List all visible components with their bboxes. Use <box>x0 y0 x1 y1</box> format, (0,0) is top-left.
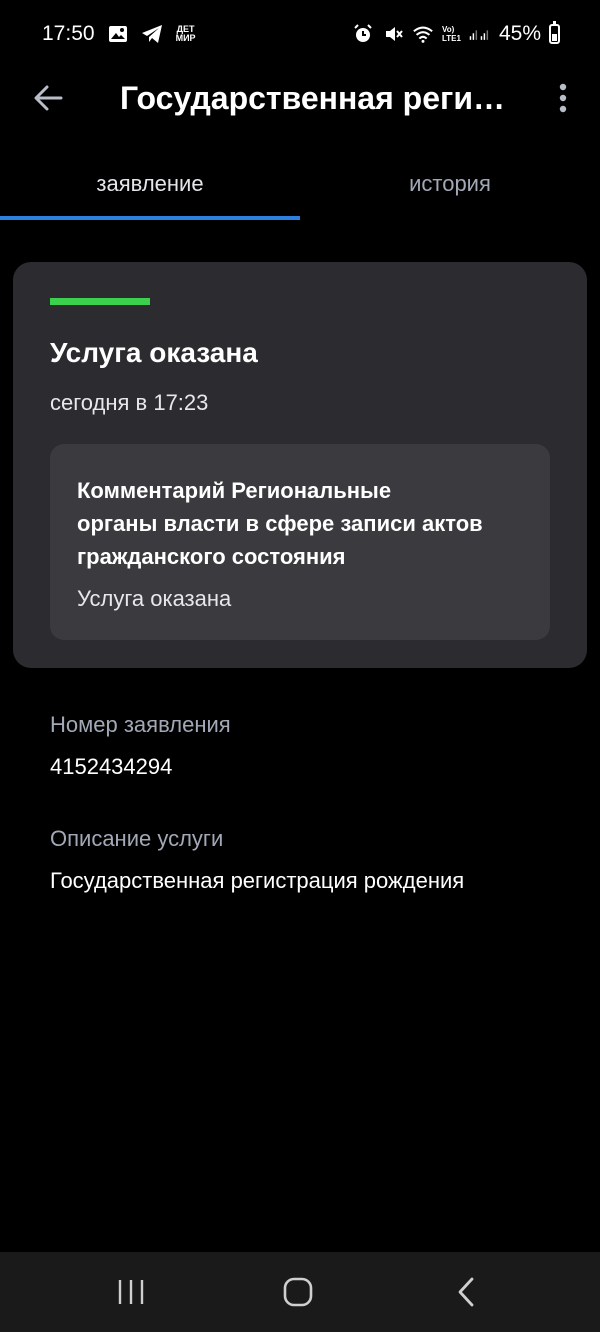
comment-heading-line: гражданского состояния <box>77 544 346 569</box>
telegram-icon <box>141 23 163 45</box>
alarm-icon <box>352 23 374 45</box>
chevron-left-icon <box>458 1277 474 1307</box>
recent-apps-icon <box>118 1280 144 1304</box>
det-mir-icon: ДЕТ МИР <box>175 24 196 43</box>
more-vertical-icon <box>559 83 567 113</box>
recent-apps-button[interactable] <box>109 1270 153 1314</box>
more-options-button[interactable] <box>548 78 578 118</box>
comment-heading-line: органы власти в сфере записи актов <box>77 511 483 536</box>
comment-heading: Комментарий Региональные органы власти в… <box>77 474 517 573</box>
status-title: Услуга оказана <box>50 337 258 368</box>
clock: 17:50 <box>42 22 95 45</box>
comment-heading-line: Комментарий Региональные <box>77 478 392 503</box>
page-title: Государственная регис… <box>120 80 520 116</box>
app-bar: Государственная регис… <box>0 60 600 132</box>
tab-history[interactable]: история <box>300 150 600 218</box>
application-number-value: 4152434294 <box>50 754 173 779</box>
battery-icon <box>549 21 560 44</box>
back-nav-button[interactable] <box>444 1270 488 1314</box>
wifi-icon <box>412 23 434 45</box>
home-button[interactable] <box>276 1270 320 1314</box>
home-icon <box>283 1277 313 1307</box>
service-description-label: Описание услуги <box>50 826 224 851</box>
status-bar: 17:50 ДЕТ МИР Vo) LTE1 45% <box>0 0 600 68</box>
tab-indicator <box>0 216 300 220</box>
comment-text: Услуга оказана <box>77 586 232 611</box>
status-date: сегодня в 17:23 <box>50 390 209 415</box>
arrow-left-icon <box>34 85 63 111</box>
image-icon <box>107 23 129 45</box>
battery-percent: 45% <box>498 22 541 45</box>
system-navigation-bar <box>0 1252 600 1332</box>
status-card: Услуга оказана сегодня в 17:23 Комментар… <box>13 262 587 668</box>
back-button[interactable] <box>28 78 68 118</box>
network-type: Vo) LTE1 <box>442 25 461 43</box>
service-description-value: Государственная регистрация рождения <box>50 868 465 893</box>
signal-icon <box>469 23 491 45</box>
status-indicator-bar <box>50 298 150 305</box>
mute-icon <box>382 23 404 45</box>
application-number-label: Номер заявления <box>50 712 231 737</box>
tab-application[interactable]: заявление <box>0 150 300 218</box>
comment-box: Комментарий Региональные органы власти в… <box>50 444 550 640</box>
tab-bar: заявление история <box>0 150 600 222</box>
